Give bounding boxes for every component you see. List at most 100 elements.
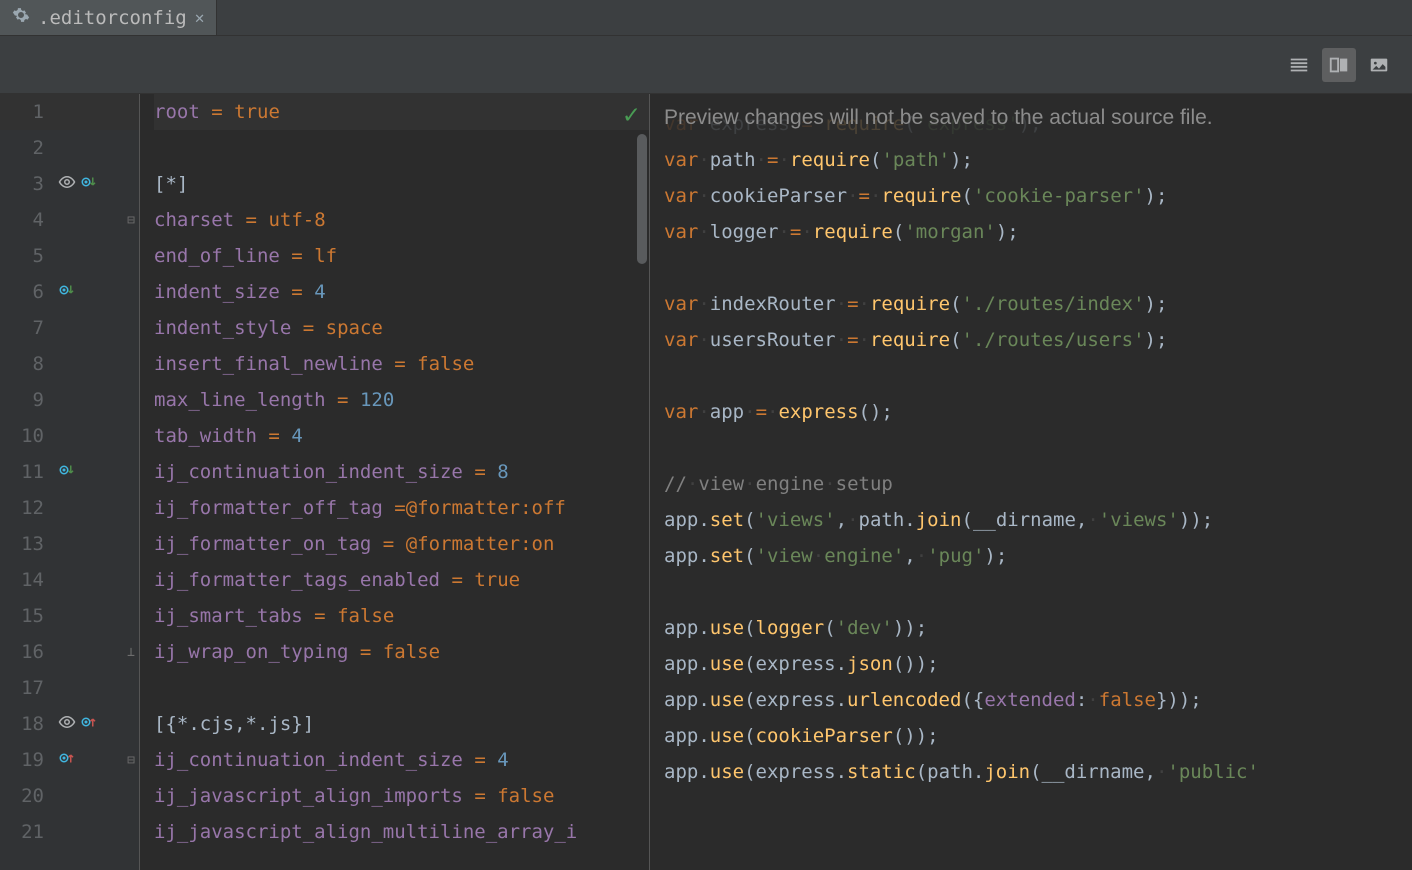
gutter-line[interactable]: 11 [0, 454, 139, 490]
line-number: 17 [10, 677, 44, 699]
preview-line: //·view·engine·setup [664, 466, 1412, 502]
scrollbar-thumb[interactable] [637, 134, 647, 264]
preview-line: app.set('view·engine',·'pug'); [664, 538, 1412, 574]
override-up-icon[interactable] [58, 749, 76, 772]
code-line[interactable]: ij_continuation_indent_size = 4 [154, 742, 649, 778]
code-line[interactable] [154, 670, 649, 706]
code-line[interactable]: ij_javascript_align_imports = false [154, 778, 649, 814]
code-line[interactable]: ij_formatter_tags_enabled = true [154, 562, 649, 598]
gutter-line[interactable]: 19 ⊟ [0, 742, 139, 778]
close-icon[interactable]: ✕ [195, 8, 205, 27]
gutter-line[interactable]: 13 [0, 526, 139, 562]
code-line[interactable]: indent_style = space [154, 310, 649, 346]
code-line[interactable]: ij_formatter_off_tag =@formatter:off [154, 490, 649, 526]
gutter-line[interactable]: 14 [0, 562, 139, 598]
gutter-line[interactable]: 6 [0, 274, 139, 310]
preview-line: app.use(express.static(path.join(__dirna… [664, 754, 1412, 790]
eye-icon[interactable] [58, 713, 76, 736]
override-down-icon[interactable] [58, 281, 76, 304]
line-number: 21 [10, 821, 44, 843]
preview-line [664, 358, 1412, 394]
view-preview-button[interactable] [1362, 48, 1396, 82]
gutter-line[interactable]: 9 [0, 382, 139, 418]
preview-line: app.set('views',·path.join(__dirname,·'v… [664, 502, 1412, 538]
code-line[interactable]: max_line_length = 120 [154, 382, 649, 418]
line-number: 19 [10, 749, 44, 771]
code-line[interactable]: ij_continuation_indent_size = 8 [154, 454, 649, 490]
line-number: 7 [10, 317, 44, 339]
preview-line: app.use(cookieParser()); [664, 718, 1412, 754]
line-number: 14 [10, 569, 44, 591]
code-line[interactable] [154, 130, 649, 166]
code-line[interactable]: ij_smart_tabs = false [154, 598, 649, 634]
file-tab[interactable]: .editorconfig ✕ [0, 0, 217, 35]
gutter-line[interactable]: 5 [0, 238, 139, 274]
view-code-button[interactable] [1282, 48, 1316, 82]
preview-line: var·indexRouter·=·require('./routes/inde… [664, 286, 1412, 322]
code-line[interactable]: indent_size = 4 [154, 274, 649, 310]
gutter-line[interactable]: 2 [0, 130, 139, 166]
code-line[interactable]: tab_width = 4 [154, 418, 649, 454]
preview-line: var·cookieParser·=·require('cookie-parse… [664, 178, 1412, 214]
gear-icon [12, 6, 30, 29]
gutter-line[interactable]: 17 [0, 670, 139, 706]
line-number: 4 [10, 209, 44, 231]
gutter-line[interactable]: 15 [0, 598, 139, 634]
gutter-line[interactable]: 3 [0, 166, 139, 202]
code-line[interactable]: end_of_line = lf [154, 238, 649, 274]
preview-banner: Preview changes will not be saved to the… [664, 106, 1402, 130]
code-line[interactable]: ij_javascript_align_multiline_array_i [154, 814, 649, 850]
tab-filename: .editorconfig [38, 7, 187, 29]
override-down-icon[interactable] [80, 173, 98, 196]
code-line[interactable]: insert_final_newline = false [154, 346, 649, 382]
fold-end-icon[interactable]: ⊥ [127, 645, 135, 660]
gutter-line[interactable]: 18 [0, 706, 139, 742]
view-split-button[interactable] [1322, 48, 1356, 82]
preview-line: var·usersRouter·=·require('./routes/user… [664, 322, 1412, 358]
code-area[interactable]: root = true [*]charset = utf-8end_of_line… [140, 94, 649, 870]
gutter-line[interactable]: 20 [0, 778, 139, 814]
gutter-line[interactable]: 16⊥ [0, 634, 139, 670]
view-toolbar [0, 36, 1412, 94]
line-number: 1 [10, 101, 44, 123]
preview-line: app.use(express.urlencoded({extended:·fa… [664, 682, 1412, 718]
code-line[interactable]: root = true [154, 94, 649, 130]
gutter-line[interactable]: 12 [0, 490, 139, 526]
gutter-line[interactable]: 1 [0, 94, 139, 130]
preview-line [664, 574, 1412, 610]
editor-pane[interactable]: ✓ 1234⊟5678910111213141516⊥171819⊟2021 r… [0, 94, 650, 870]
line-number: 9 [10, 389, 44, 411]
preview-line [664, 430, 1412, 466]
line-number: 8 [10, 353, 44, 375]
line-number: 11 [10, 461, 44, 483]
line-number: 12 [10, 497, 44, 519]
fold-start-icon[interactable]: ⊟ [127, 753, 135, 768]
override-up-icon[interactable] [80, 713, 98, 736]
line-number: 15 [10, 605, 44, 627]
line-number: 2 [10, 137, 44, 159]
eye-icon[interactable] [58, 173, 76, 196]
preview-pane[interactable]: Preview changes will not be saved to the… [650, 94, 1412, 870]
code-line[interactable]: [*] [154, 166, 649, 202]
code-line[interactable]: charset = utf-8 [154, 202, 649, 238]
analysis-ok-icon[interactable]: ✓ [623, 100, 639, 130]
gutter-line[interactable]: 21 [0, 814, 139, 850]
preview-line: var·logger·=·require('morgan'); [664, 214, 1412, 250]
gutter-line[interactable]: 7 [0, 310, 139, 346]
code-line[interactable]: ij_formatter_on_tag = @formatter:on [154, 526, 649, 562]
tab-bar: .editorconfig ✕ [0, 0, 1412, 36]
fold-start-icon[interactable]: ⊟ [127, 213, 135, 228]
code-line[interactable]: [{*.cjs,*.js}] [154, 706, 649, 742]
gutter-line[interactable]: 10 [0, 418, 139, 454]
line-number: 20 [10, 785, 44, 807]
line-number: 5 [10, 245, 44, 267]
line-number: 10 [10, 425, 44, 447]
gutter-line[interactable]: 4⊟ [0, 202, 139, 238]
preview-line: var·path·=·require('path'); [664, 142, 1412, 178]
override-down-icon[interactable] [58, 461, 76, 484]
gutter-line[interactable]: 8 [0, 346, 139, 382]
gutter[interactable]: 1234⊟5678910111213141516⊥171819⊟2021 [0, 94, 140, 870]
preview-line: var·app·=·express(); [664, 394, 1412, 430]
code-line[interactable]: ij_wrap_on_typing = false [154, 634, 649, 670]
line-number: 13 [10, 533, 44, 555]
